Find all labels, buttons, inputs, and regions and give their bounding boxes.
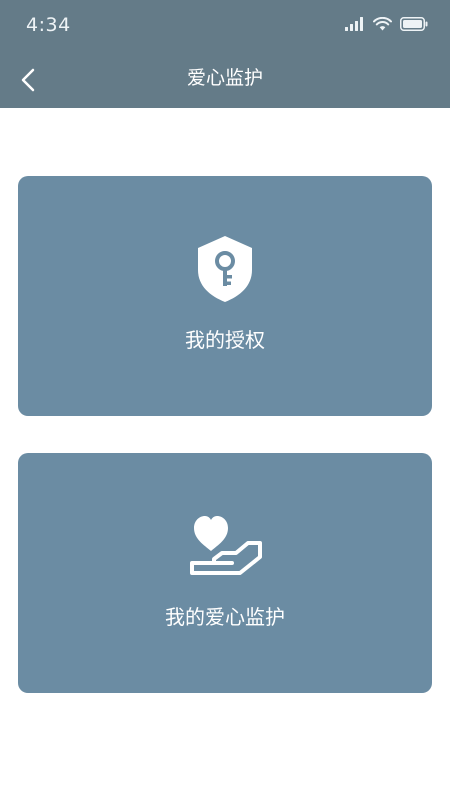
nav-bar: 爱心监护: [0, 52, 450, 108]
heart-hand-icon: [18, 513, 432, 577]
status-icons: [345, 17, 428, 31]
my-care-monitoring-label: 我的爱心监护: [165, 605, 285, 629]
status-time: 4:34: [26, 14, 71, 36]
my-authorization-card[interactable]: 我的授权: [18, 176, 432, 416]
signal-icon: [345, 17, 363, 31]
shield-key-icon: [18, 234, 432, 304]
wifi-icon: [373, 17, 392, 31]
status-bar: 4:34: [0, 0, 450, 52]
page-title: 爱心监护: [186, 67, 263, 89]
my-care-monitoring-card[interactable]: 我的爱心监护: [18, 453, 432, 693]
battery-icon: [400, 17, 428, 31]
my-authorization-label: 我的授权: [185, 328, 265, 352]
app-header: 4:34 爱心监护: [0, 0, 450, 108]
